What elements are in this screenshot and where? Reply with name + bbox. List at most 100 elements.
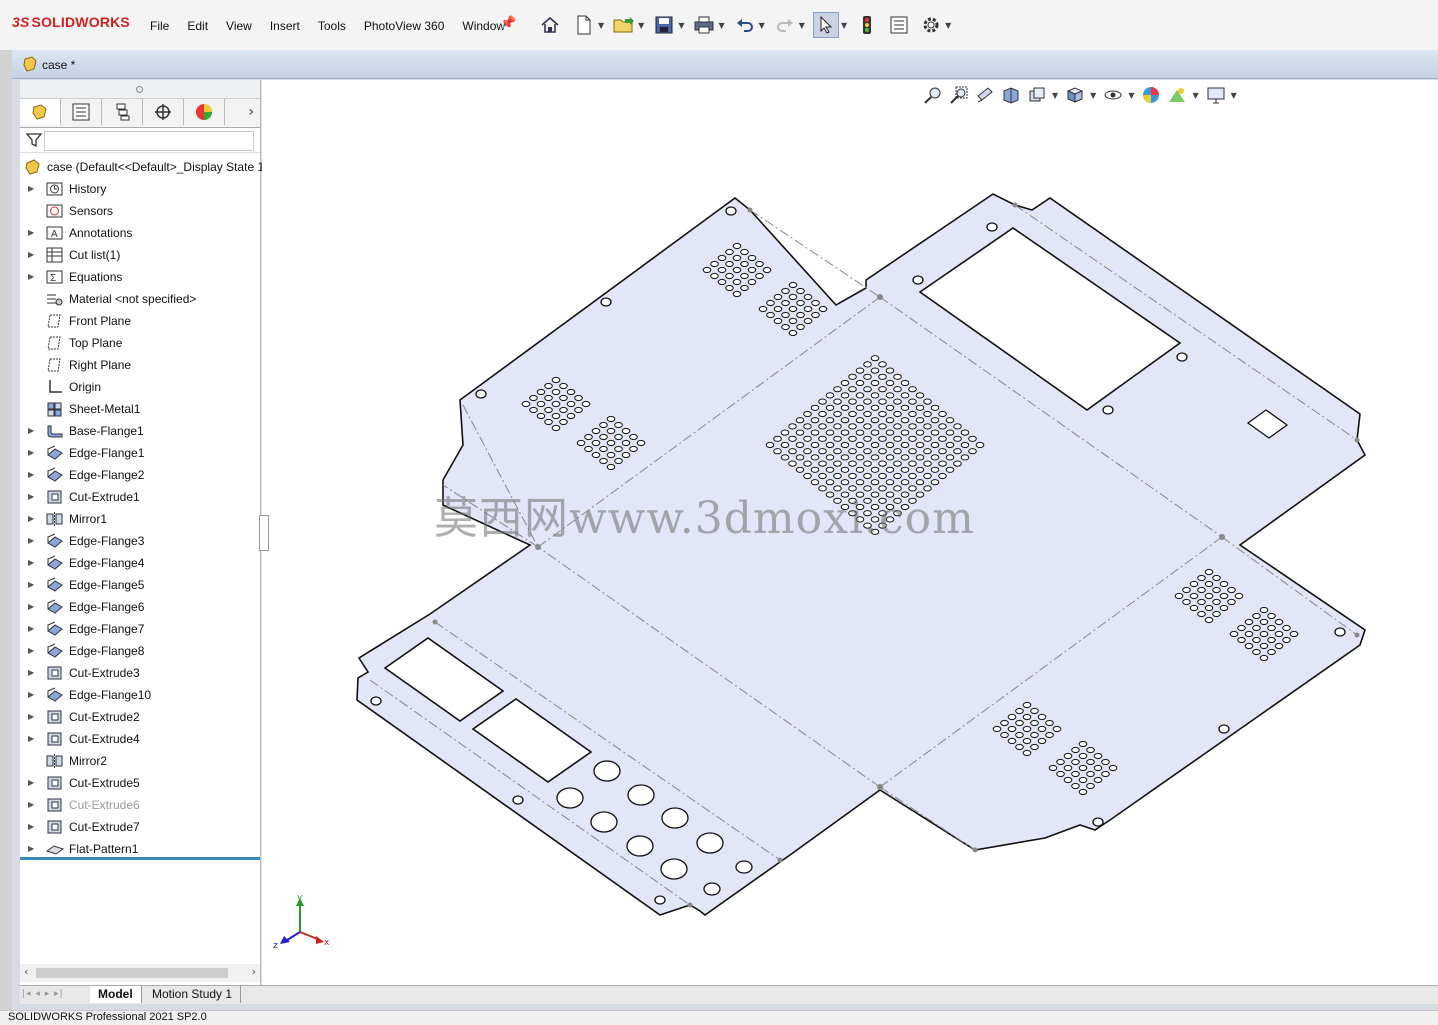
tree-item[interactable]: ▶ Cut-Extrude4: [20, 728, 260, 750]
tree-item[interactable]: Top Plane: [20, 332, 260, 354]
expand-arrow-icon[interactable]: ▶: [28, 530, 34, 552]
expand-arrow-icon[interactable]: ▶: [28, 640, 34, 662]
menu-window[interactable]: Window: [462, 19, 505, 33]
tree-item[interactable]: ▶ Cut-Extrude2: [20, 706, 260, 728]
tree-item[interactable]: ▶ Cut-Extrude6: [20, 794, 260, 816]
display-manager-tab-icon[interactable]: [184, 99, 225, 125]
expand-arrow-icon[interactable]: ▶: [28, 420, 34, 442]
menu-photoview[interactable]: PhotoView 360: [364, 19, 445, 33]
menu-file[interactable]: File: [150, 19, 169, 33]
tree-item[interactable]: ▶ Cut-Extrude7: [20, 816, 260, 838]
expand-arrow-icon[interactable]: ▶: [28, 442, 34, 464]
tree-item[interactable]: ▶ Edge-Flange2: [20, 464, 260, 486]
tree-item[interactable]: ▶ Edge-Flange5: [20, 574, 260, 596]
tree-item[interactable]: Right Plane: [20, 354, 260, 376]
expand-arrow-icon[interactable]: ▶: [28, 178, 34, 200]
chevron-down-icon[interactable]: ▼: [718, 21, 724, 30]
expand-arrow-icon[interactable]: ▶: [28, 706, 34, 728]
tree-item[interactable]: ▶ Cut-Extrude5: [20, 772, 260, 794]
scroll-left-icon[interactable]: ‹: [24, 965, 28, 978]
tree-item[interactable]: Material <not specified>: [20, 288, 260, 310]
expand-arrow-icon[interactable]: ▶: [28, 486, 34, 508]
chevron-down-icon[interactable]: ▼: [799, 21, 805, 30]
scroll-right-icon[interactable]: ›: [252, 965, 256, 978]
redo-icon[interactable]: [773, 13, 797, 37]
expand-arrow-icon[interactable]: ▶: [28, 684, 34, 706]
expand-arrow-icon[interactable]: ▶: [28, 794, 34, 816]
file-properties-icon[interactable]: [887, 13, 911, 37]
chevron-down-icon[interactable]: ▼: [598, 21, 604, 30]
expand-arrow-icon[interactable]: ▶: [28, 816, 34, 838]
rebuild-traffic-light-icon[interactable]: [855, 13, 879, 37]
new-document-icon[interactable]: [572, 13, 596, 37]
expand-arrow-icon[interactable]: ▶: [28, 464, 34, 486]
expand-arrow-icon[interactable]: ▶: [28, 508, 34, 530]
solidworks-logo[interactable]: 3S SOLIDWORKS: [12, 14, 130, 30]
expand-arrow-icon[interactable]: ▶: [28, 574, 34, 596]
tree-item[interactable]: ▶ Edge-Flange1: [20, 442, 260, 464]
filter-input[interactable]: [44, 131, 254, 151]
tree-root-part[interactable]: case (Default<<Default>_Display State 1: [20, 156, 264, 178]
panel-splitter[interactable]: [259, 515, 269, 551]
tree-item[interactable]: ▶ Σ Equations: [20, 266, 260, 288]
chevron-down-icon[interactable]: ▼: [678, 21, 684, 30]
options-gear-icon[interactable]: [919, 13, 943, 37]
tree-item[interactable]: ▶ Edge-Flange4: [20, 552, 260, 574]
menu-tools[interactable]: Tools: [318, 19, 346, 33]
tree-item[interactable]: Sheet-Metal1: [20, 398, 260, 420]
tree-item[interactable]: ▶ Edge-Flange8: [20, 640, 260, 662]
tree-item[interactable]: ▶ Cut list(1): [20, 244, 260, 266]
save-icon[interactable]: [652, 13, 676, 37]
tree-item[interactable]: Origin: [20, 376, 260, 398]
open-folder-icon[interactable]: [612, 13, 636, 37]
tree-item[interactable]: ▶ Edge-Flange6: [20, 596, 260, 618]
vent-hole: [900, 466, 910, 473]
tab-motion-study[interactable]: Motion Study 1: [144, 986, 242, 1003]
undo-icon[interactable]: [733, 13, 757, 37]
expand-arrow-icon[interactable]: ▶: [28, 552, 34, 574]
menu-view[interactable]: View: [226, 19, 252, 33]
chevron-down-icon[interactable]: ▼: [759, 21, 765, 30]
tree-item[interactable]: ▶ Edge-Flange7: [20, 618, 260, 640]
tree-horizontal-scrollbar[interactable]: ‹ ›: [20, 964, 260, 982]
chevron-down-icon[interactable]: ▼: [638, 21, 644, 30]
menu-edit[interactable]: Edit: [187, 19, 208, 33]
expand-arrow-icon[interactable]: ▶: [28, 662, 34, 684]
tab-model[interactable]: Model: [90, 986, 142, 1003]
tree-item[interactable]: ▶ Cut-Extrude3: [20, 662, 260, 684]
chevron-down-icon[interactable]: ▼: [945, 21, 951, 30]
print-icon[interactable]: [692, 13, 716, 37]
dimxpert-tab-icon[interactable]: [143, 99, 184, 125]
filter-icon[interactable]: [25, 132, 43, 151]
menu-insert[interactable]: Insert: [270, 19, 300, 33]
expand-arrow-icon[interactable]: ▶: [28, 772, 34, 794]
pin-icon[interactable]: 📌: [500, 16, 516, 31]
graphics-area[interactable]: ▼ ▼ ▼ ▼ ▼ 莫西网www.3dmoxi.com y x z: [262, 80, 1438, 985]
chevron-down-icon[interactable]: ▼: [841, 21, 847, 30]
tree-item[interactable]: ▶ Edge-Flange10: [20, 684, 260, 706]
scroll-thumb[interactable]: [36, 968, 228, 978]
select-cursor-icon[interactable]: [812, 12, 839, 38]
tree-item[interactable]: Front Plane: [20, 310, 260, 332]
chevron-right-icon[interactable]: ›: [248, 104, 254, 120]
expand-arrow-icon[interactable]: ▶: [28, 244, 34, 266]
panel-grip[interactable]: [20, 80, 260, 99]
tree-item[interactable]: ▶ History: [20, 178, 260, 200]
property-manager-tab-icon[interactable]: [61, 99, 102, 125]
expand-arrow-icon[interactable]: ▶: [28, 596, 34, 618]
tree-item[interactable]: ▶ Cut-Extrude1: [20, 486, 260, 508]
tree-item[interactable]: Mirror2: [20, 750, 260, 772]
tree-item[interactable]: Sensors: [20, 200, 260, 222]
configuration-manager-tab-icon[interactable]: [102, 99, 143, 125]
feature-manager-tab-icon[interactable]: [20, 99, 61, 125]
tree-item[interactable]: ▶ Mirror1: [20, 508, 260, 530]
expand-arrow-icon[interactable]: ▶: [28, 728, 34, 750]
home-icon[interactable]: [538, 13, 562, 37]
tree-item[interactable]: ▶ Base-Flange1: [20, 420, 260, 442]
expand-arrow-icon[interactable]: ▶: [28, 618, 34, 640]
tree-item[interactable]: ▶ A Annotations: [20, 222, 260, 244]
expand-arrow-icon[interactable]: ▶: [28, 222, 34, 244]
tab-navigation-arrows[interactable]: |◂ ◂ ▸ ▸|: [22, 989, 64, 999]
tree-item[interactable]: ▶ Edge-Flange3: [20, 530, 260, 552]
expand-arrow-icon[interactable]: ▶: [28, 266, 34, 288]
